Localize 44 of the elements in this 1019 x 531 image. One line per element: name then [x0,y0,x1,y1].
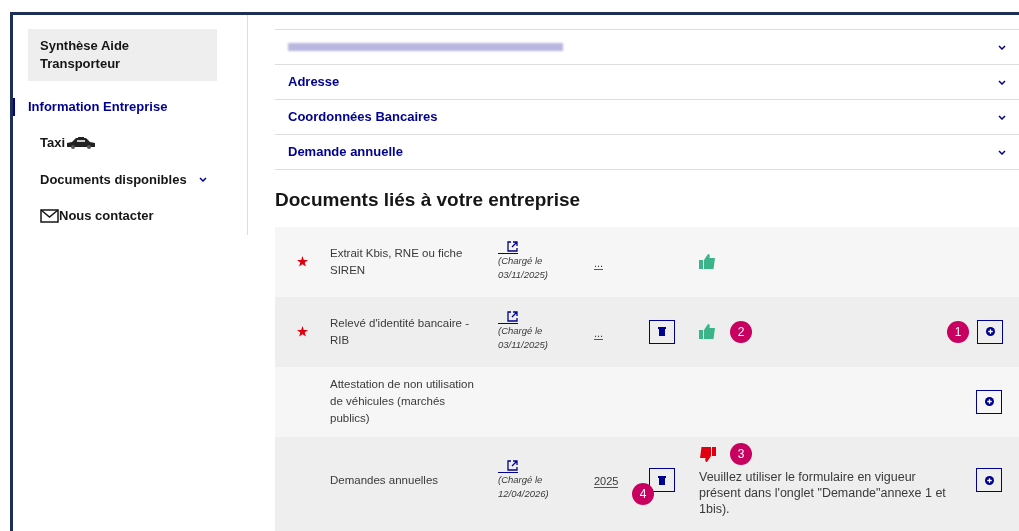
document-label: Attestation de non utilisation de véhicules (marchés publics) [330,378,474,424]
year-link[interactable]: 2025 [594,475,619,488]
add-button[interactable] [977,319,1003,344]
chevron-down-icon [998,114,1006,120]
sidebar-item[interactable]: Synthèse Aide Transporteur [28,29,217,81]
document-label: Extrait Kbis, RNE ou fiche SIREN [330,246,463,276]
envelope-icon [40,208,59,223]
chevron-down-icon [998,79,1006,85]
sidebar-item[interactable]: Documents disponibles [28,169,219,189]
delete-button[interactable] [649,468,675,492]
annotation-badge: 1 [947,320,969,343]
plus-circle-icon [984,397,994,406]
chevron-down-icon [998,149,1006,155]
annotation-badge: 3 [730,443,752,465]
trash-icon [658,475,666,485]
accordion-header[interactable]: Adresse [275,65,1019,100]
delete-button[interactable] [649,319,675,344]
taxi-icon [65,136,98,149]
annotation-badge: 2 [730,320,752,343]
add-button[interactable] [976,389,1002,414]
plus-circle-icon [985,327,995,336]
year-link[interactable]: ... [594,256,604,270]
annotation-badge: 4 [632,483,654,505]
accordion-header[interactable]: Demande annuelle [275,135,1019,170]
upload-date: (Chargé le 03/11/2025) [498,324,549,352]
accordion-header[interactable]: Coordonnées Bancaires [275,100,1019,135]
add-button[interactable] [976,468,1002,492]
trash-icon [658,327,666,336]
document-label: Demandes annuelles [330,473,439,486]
plus-circle-icon [984,475,994,485]
year-link[interactable]: ... [594,326,604,340]
sidebar-item[interactable]: Nous contacter [28,206,166,226]
external-link-icon[interactable] [498,459,518,473]
chevron-down-icon [198,176,207,182]
upload-date: (Chargé le 03/11/2025) [498,254,549,282]
status-message: Veuillez utiliser le formulaire en vigueur présent dans l'onglet "Demande"annexe 1 et 1bis). [699,469,947,517]
external-link-icon[interactable] [498,241,518,254]
external-link-icon[interactable] [498,311,518,324]
sidebar-item[interactable]: Information Entreprise [13,98,180,116]
document-label: Relevé d'identité bancaire - RIB [330,316,469,346]
chevron-down-icon [998,44,1006,50]
sidebar-item[interactable]: Taxi [28,133,110,153]
section-title: Documents liés à votre entreprise [275,188,582,212]
upload-date: (Chargé le 12/04/2026) [498,472,550,501]
